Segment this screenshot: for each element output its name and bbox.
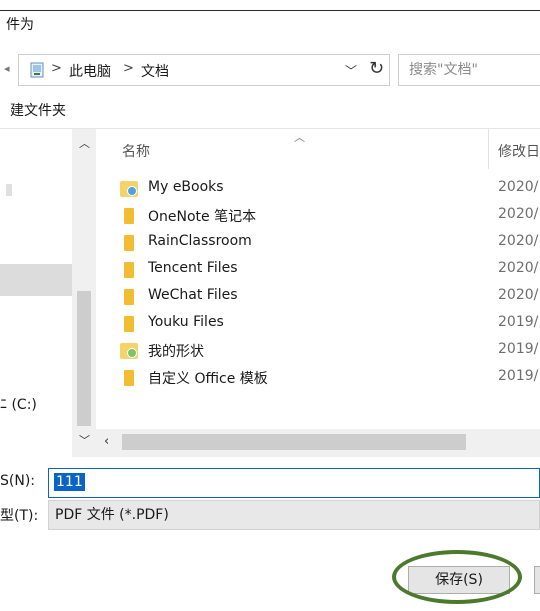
file-name: 自定义 Office 模板 [148,371,268,387]
list-item[interactable]: WeChat Files 2020/ [96,283,540,310]
filetype-row: 型(T): PDF 文件 (*.PDF) [0,500,540,530]
filename-row: S(N): 111 [0,468,540,498]
file-date: 2020/ [498,233,539,249]
list-item[interactable]: 自定义 Office 模板 2019/ [96,364,540,391]
breadcrumb-this-pc[interactable]: 此电脑 [69,61,111,81]
sort-ascending-icon: ︿ [294,131,305,144]
list-item[interactable]: RainClassroom 2020/ [96,229,540,256]
list-item[interactable]: 我的形状 2019/ [96,337,540,364]
file-list: ︿ 名称 修改日 My eBooks 2020/ OneNote 笔记本 202… [96,129,540,457]
list-item[interactable]: Tencent Files 2020/ [96,256,540,283]
scroll-left-icon[interactable]: ‹ [104,434,109,449]
filename-input[interactable]: 111 [48,468,540,498]
folder-icon [124,208,134,224]
filetype-label: 型(T): [0,508,39,524]
file-date: 2020/ [498,206,539,222]
address-dropdown-icon[interactable]: ﹀ [345,62,357,79]
scroll-down-icon[interactable]: ﹀ [79,432,90,448]
nav-vertical-scrollbar[interactable]: ︿ ﹀ [72,129,96,457]
file-date: 2019/ [498,368,539,384]
column-divider[interactable] [488,129,489,169]
list-item[interactable]: My eBooks 2020/ [96,175,540,202]
nav-back-icon[interactable]: ◂ [4,62,10,75]
navigation-pane: ﾆ (C:) [0,129,72,457]
file-name: OneNote 笔记本 [148,209,257,225]
this-pc-icon [30,62,44,78]
folder-icon [124,316,134,332]
folder-icon [124,262,134,278]
horizontal-scrollbar[interactable]: ‹ [96,429,540,457]
address-bar[interactable]: > 此电脑 > 文档 ﹀ ↻ [18,54,390,86]
file-date: 2020/ [498,287,539,303]
save-button[interactable]: 保存(S) [408,566,510,594]
nav-item-fragment [6,184,12,196]
shape-folder-icon [120,343,138,359]
new-folder-button[interactable]: 建文件夹 [10,100,66,120]
list-header: ︿ 名称 修改日 [96,129,540,169]
list-item[interactable]: OneNote 笔记本 2020/ [96,202,540,229]
nav-item-c-drive[interactable]: ﾆ (C:) [0,394,37,414]
address-row: ◂ > 此电脑 > 文档 ﹀ ↻ 搜索"文档" [0,54,540,86]
file-date: 2020/ [498,179,539,195]
cancel-button[interactable] [534,566,540,594]
search-input[interactable]: 搜索"文档" [398,54,540,86]
file-name: Tencent Files [148,260,238,276]
file-browser: ﾆ (C:) ︿ ﹀ ︿ 名称 修改日 My eBooks 2020/ OneN… [0,128,540,458]
scroll-thumb[interactable] [77,291,91,426]
scroll-thumb[interactable] [122,434,466,450]
file-name: My eBooks [148,179,224,195]
column-header-name[interactable]: 名称 [122,141,150,161]
folder-icon [124,289,134,305]
refresh-icon[interactable]: ↻ [369,58,384,79]
folder-icon [124,370,134,386]
file-name: Youku Files [148,314,224,330]
list-item[interactable]: Youku Files 2019/ [96,310,540,337]
file-name: 我的形状 [148,344,204,360]
breadcrumb-separator: > [51,61,62,76]
file-name: WeChat Files [148,287,238,303]
breadcrumb-documents[interactable]: 文档 [141,61,169,81]
filetype-select[interactable]: PDF 文件 (*.PDF) [48,500,540,530]
breadcrumb-separator: > [123,61,134,76]
file-date: 2019/ [498,314,539,330]
file-date: 2019/ [498,341,539,357]
nav-item-selected[interactable] [0,264,72,296]
filename-label: S(N): [0,473,35,489]
scroll-up-icon[interactable]: ︿ [79,135,90,151]
column-header-modified[interactable]: 修改日 [498,141,540,161]
filename-value: 111 [54,473,85,491]
file-name: RainClassroom [148,233,252,249]
dialog-title: 件为 [6,17,34,33]
folder-icon [124,235,134,251]
file-date: 2020/ [498,260,539,276]
special-folder-icon [120,181,138,197]
